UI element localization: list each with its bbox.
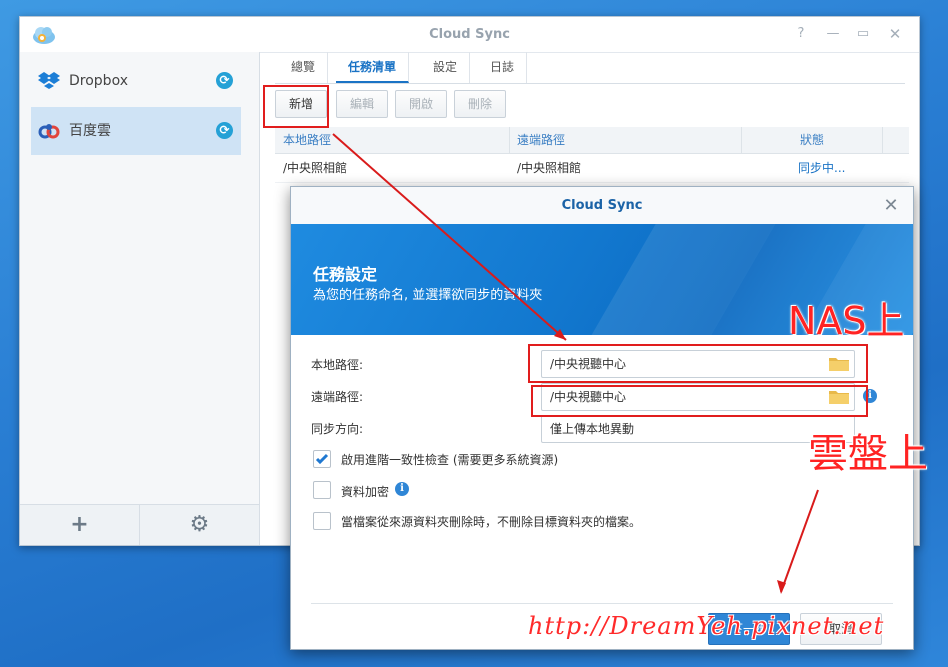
annotation-arrow-line: [780, 489, 819, 593]
watermark-text: http://DreamYeh.pixnet.net: [528, 612, 885, 640]
annotation-nas-label: NAS上: [788, 299, 905, 343]
annotation-arrow-line: [332, 133, 567, 341]
annotation-cloud-label: 雲盤上: [808, 431, 928, 477]
